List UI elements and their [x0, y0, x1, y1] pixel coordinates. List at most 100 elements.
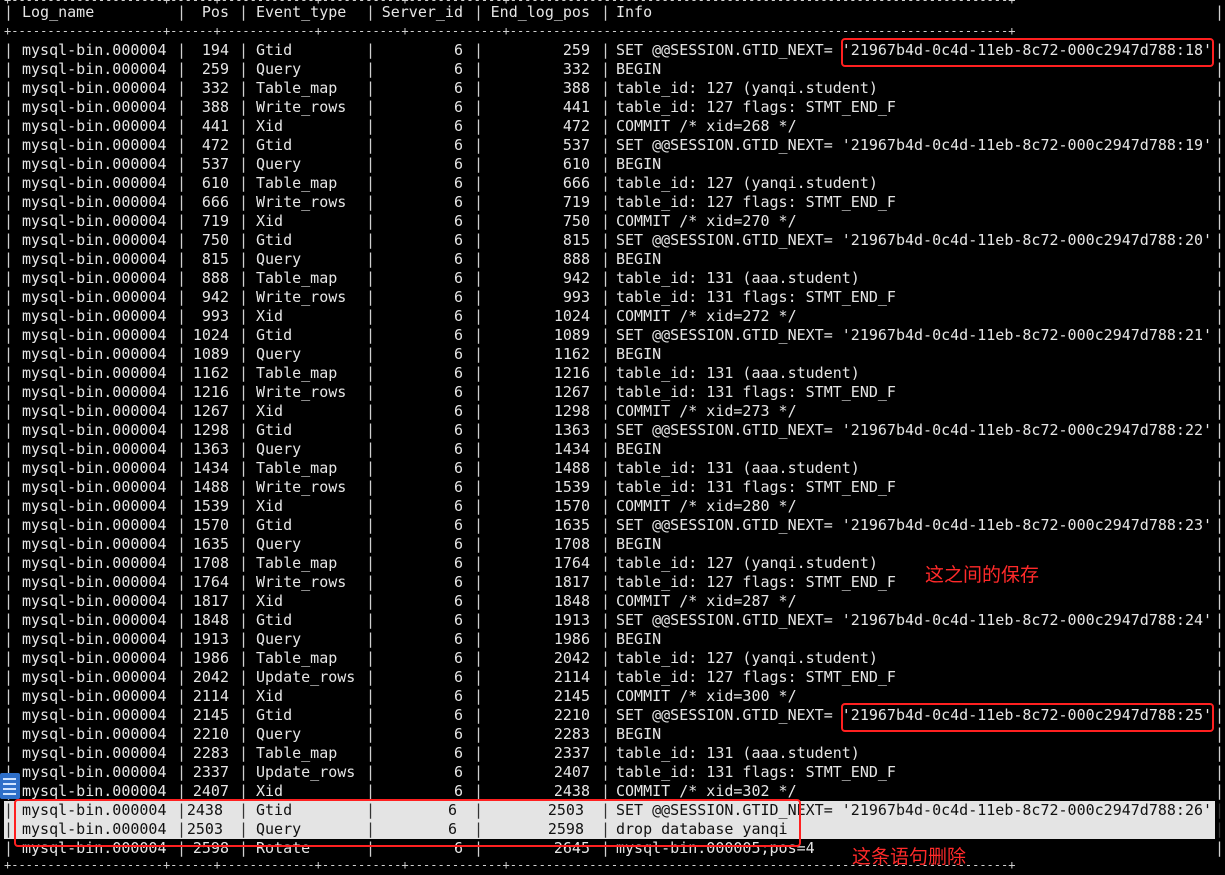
column-separator: | — [474, 592, 484, 610]
cell-server-id: 6 — [453, 326, 463, 344]
column-separator: | — [366, 573, 376, 591]
table-row: | | | | | | | mysql-bin.000004 259 Query 6 332 BEGIN — [0, 60, 1225, 79]
table-border-line: +---------------------+------+----------… — [4, 858, 1016, 872]
cell-server-id: 6 — [453, 117, 463, 135]
cell-info: BEGIN — [616, 250, 662, 268]
column-separator: | — [239, 174, 249, 192]
column-separator: | — [366, 820, 376, 838]
table-row: |||||||mysql-bin.0000042407Xid62438COMMI… — [0, 782, 1225, 801]
column-separator: | — [239, 478, 249, 496]
cell-event-type: Update_rows — [256, 668, 356, 686]
column-separator: | — [474, 497, 484, 515]
column-separator: | — [366, 326, 376, 344]
cell-event-type: Xid — [256, 687, 284, 705]
column-separator: | — [366, 497, 376, 515]
cell-info: COMMIT /* xid=273 */ — [616, 402, 797, 420]
column-separator: | — [474, 98, 484, 116]
cell-pos: 1162 — [192, 364, 229, 382]
column-separator: | — [601, 212, 611, 230]
cell-server-id: 6 — [453, 250, 463, 268]
table-row: | | | | | | | mysql-bin.000004 332 Table_map 6 388 t… — [0, 79, 1225, 98]
column-separator: | — [1215, 763, 1225, 781]
column-separator: | — [1215, 744, 1225, 762]
cell-end-log-pos: 750 — [562, 212, 590, 230]
cell-event-type: Write_rows — [256, 288, 347, 306]
column-separator: | — [601, 41, 611, 59]
delete-statement-annotation: 这条语句删除 — [852, 846, 967, 868]
column-separator: | — [601, 649, 611, 667]
cell-info: table_id: 131 flags: STMT_END_F — [616, 478, 896, 496]
column-separator: | — [601, 421, 611, 439]
column-separator: | — [474, 554, 484, 572]
cell-info: COMMIT /* xid=287 */ — [616, 592, 797, 610]
cell-log-name: mysql-bin.000004 — [22, 136, 167, 154]
cell-event-type: Update_rows — [256, 763, 356, 781]
column-separator: | — [4, 41, 14, 59]
cell-pos: 388 — [201, 98, 229, 116]
table-row: | | | | | | | mysql-bin.000004 1913 Query 6 1986 BEG… — [0, 630, 1225, 649]
column-separator: | — [366, 231, 376, 249]
column-separator: | — [474, 649, 484, 667]
cell-end-log-pos: 2438 — [553, 782, 590, 800]
table-row: | | | | | | | mysql-bin.000004 942 Write_rows 6 993… — [0, 288, 1225, 307]
cell-end-log-pos: 666 — [562, 174, 590, 192]
column-separator: | — [239, 706, 249, 724]
cell-event-type: Query — [256, 725, 302, 743]
column-separator: | — [366, 630, 376, 648]
column-separator: | — [1215, 345, 1225, 363]
column-separator: | — [177, 592, 187, 610]
table-row: | | | | | | | mysql-bin.000004 194 Gtid 6 259 SET @@… — [0, 41, 1225, 60]
column-separator: | — [366, 687, 376, 705]
cell-event-type: Query — [256, 60, 302, 78]
column-separator: | — [474, 611, 484, 629]
column-separator: | — [239, 554, 249, 572]
column-separator: | — [239, 326, 249, 344]
table-row: | | | | | | | mysql-bin.000004 1986 Table_map 6 204… — [0, 649, 1225, 668]
cell-pos: 2210 — [192, 725, 229, 743]
cell-log-name: mysql-bin.000004 — [22, 212, 167, 230]
column-separator: | — [1215, 193, 1225, 211]
column-separator: | — [4, 212, 14, 230]
column-separator: | — [177, 136, 187, 154]
cell-log-name: mysql-bin.000004 — [22, 269, 167, 287]
cell-log-name: mysql-bin.000004 — [22, 535, 167, 553]
column-separator: | — [366, 801, 376, 819]
column-separator: | — [366, 79, 376, 97]
column-separator: | — [177, 98, 187, 116]
cell-info: BEGIN — [616, 60, 662, 78]
cell-event-type: Table_map — [256, 79, 338, 97]
column-separator: | — [1215, 288, 1225, 306]
cell-end-log-pos: 2337 — [553, 744, 590, 762]
cell-event-type: Table_map — [256, 364, 338, 382]
column-separator: | — [177, 3, 187, 21]
column-separator: | — [601, 687, 611, 705]
column-separator: | — [4, 288, 14, 306]
cell-server-id: 6 — [453, 630, 463, 648]
cell-log-name: mysql-bin.000004 — [22, 516, 167, 534]
column-separator: | — [1215, 79, 1225, 97]
column-separator: | — [4, 79, 14, 97]
cell-pos: 610 — [201, 174, 229, 192]
cell-pos: 1363 — [192, 440, 229, 458]
column-separator: | — [601, 117, 611, 135]
column-separator: | — [366, 782, 376, 800]
cell-pos: 1570 — [192, 516, 229, 534]
cell-event-type: Gtid — [256, 326, 293, 344]
document-list-icon[interactable] — [0, 773, 20, 799]
cell-end-log-pos: 332 — [562, 60, 590, 78]
cell-event-type: Write_rows — [256, 478, 347, 496]
cell-event-type: Query — [256, 535, 302, 553]
cell-pos: 1216 — [192, 383, 229, 401]
cell-pos: 750 — [201, 231, 229, 249]
cell-server-id: 6 — [453, 60, 463, 78]
cell-info: table_id: 127 flags: STMT_END_F — [616, 98, 896, 116]
column-separator: | — [177, 402, 187, 420]
cell-end-log-pos: End_log_pos — [490, 3, 590, 21]
column-separator: | — [239, 231, 249, 249]
column-separator: | — [239, 383, 249, 401]
column-separator: | — [239, 41, 249, 59]
cell-end-log-pos: 1817 — [553, 573, 590, 591]
table-row: | | | | | | | mysql-bin.000004 1089 Query 6 1162 BEG… — [0, 345, 1225, 364]
cell-log-name: mysql-bin.000004 — [22, 611, 167, 629]
column-separator: | — [239, 649, 249, 667]
